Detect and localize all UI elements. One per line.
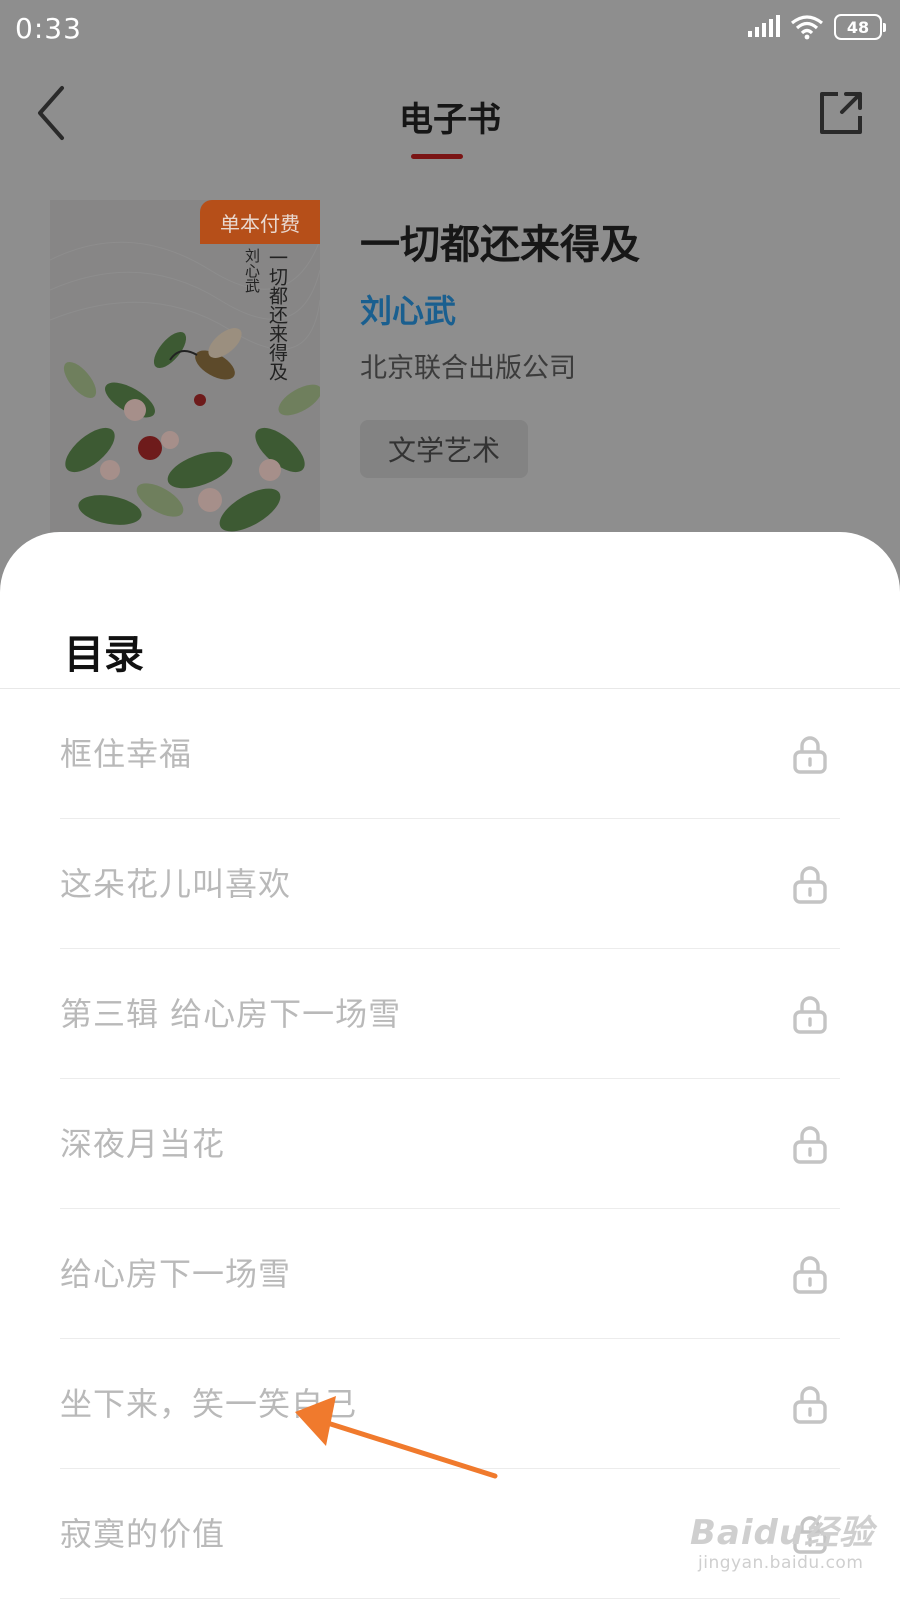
- lock-icon: [793, 1256, 827, 1294]
- toc-item-label: 坐下来，笑一笑自己: [60, 1385, 358, 1423]
- share-icon[interactable]: [816, 88, 866, 138]
- lock-icon: [793, 1386, 827, 1424]
- signal-icon: [748, 15, 780, 37]
- toc-item[interactable]: 坐下来，笑一笑自己: [0, 1339, 900, 1469]
- book-publisher: 北京联合出版公司: [360, 353, 576, 384]
- status-bar: 0:33 48: [0, 0, 900, 60]
- book-author-link[interactable]: 刘心武: [360, 286, 456, 332]
- toc-item-label: 寂寞的价值: [60, 1515, 226, 1553]
- lock-icon: [793, 866, 827, 904]
- toc-item-divider: [60, 1598, 840, 1599]
- toc-item-label: 深夜月当花: [60, 1125, 226, 1163]
- toc-item[interactable]: 寂寞的价值: [0, 1469, 900, 1599]
- cover-author: 刘心武: [243, 248, 261, 293]
- status-icons: 48: [746, 14, 886, 40]
- toc-item[interactable]: 这朵花儿叫喜欢: [0, 819, 900, 949]
- toc-item[interactable]: 第三辑 给心房下一场雪: [0, 949, 900, 1079]
- battery-icon: 48: [834, 14, 886, 40]
- paid-badge: 单本付费: [200, 200, 320, 244]
- nav-title-underline: [411, 154, 463, 159]
- cover-title: 一切都还来得及: [266, 248, 288, 381]
- toc-item-label: 第三辑 给心房下一场雪: [60, 995, 402, 1033]
- status-time: 0:33: [15, 12, 82, 45]
- toc-item[interactable]: 给心房下一场雪: [0, 1209, 900, 1339]
- toc-item[interactable]: 框住幸福: [0, 689, 900, 819]
- nav-title: 电子书: [399, 100, 501, 140]
- lock-icon: [793, 1516, 827, 1554]
- toc-item-label: 框住幸福: [60, 735, 193, 773]
- lock-icon: [793, 1126, 827, 1164]
- toc-item-label: 给心房下一场雪: [60, 1255, 292, 1293]
- toc-list: 框住幸福这朵花儿叫喜欢第三辑 给心房下一场雪 深夜月当花给心房下一场雪坐下来，笑一…: [0, 689, 900, 1599]
- toc-item-label: 这朵花儿叫喜欢: [60, 865, 292, 903]
- lock-icon: [793, 996, 827, 1034]
- toc-bottom-sheet: 目录 框住幸福这朵花儿叫喜欢第三辑 给心房下一场雪 深夜月当花给心房下一场雪坐下来…: [0, 532, 900, 1600]
- toc-title: 目录: [64, 632, 144, 678]
- lock-icon: [793, 736, 827, 774]
- battery-level: 48: [846, 17, 870, 37]
- category-tag[interactable]: 文学艺术: [360, 420, 528, 478]
- nav-bar: 电子书: [0, 70, 900, 170]
- wifi-icon: [791, 15, 823, 40]
- book-title: 一切都还来得及: [360, 222, 640, 268]
- book-cover[interactable]: 一切都还来得及 刘心武 单本付费: [50, 200, 320, 540]
- toc-item[interactable]: 深夜月当花: [0, 1079, 900, 1209]
